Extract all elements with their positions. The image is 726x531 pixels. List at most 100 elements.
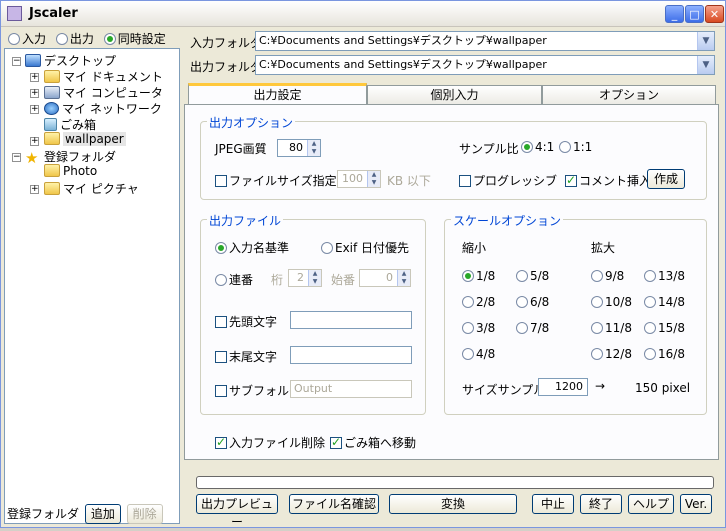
delete-input-checkbox[interactable]: 入力ファイル削除 <box>215 434 325 451</box>
close-icon: ✕ <box>709 8 720 21</box>
spin-arrows-icon[interactable]: ▲ ▼ <box>397 270 410 286</box>
filesize-checkbox[interactable]: ファイルサイズ指定 <box>215 172 337 189</box>
recycle-bin-icon <box>44 118 57 131</box>
tree-item-my-computer[interactable]: マイ コンピュータ <box>44 84 163 100</box>
tree-item-photo[interactable]: Photo <box>44 164 97 180</box>
exif-priority-radio[interactable]: Exif 日付優先 <box>321 239 409 256</box>
scale-radio-13-8[interactable]: 13/8 <box>644 269 685 283</box>
registered-folder-bar: 登録フォルダ 追加 削除 <box>7 504 163 524</box>
sample-ratio-label: サンプル比 <box>459 142 519 156</box>
spin-arrows-icon[interactable]: ▲ ▼ <box>307 140 320 156</box>
scale-radio-1-8[interactable]: 1/8 <box>462 269 495 283</box>
chevron-down-icon[interactable]: ▼ <box>697 56 714 74</box>
folder-icon <box>44 132 60 145</box>
suffix-checkbox[interactable]: 末尾文字 <box>215 348 277 365</box>
maximize-icon: □ <box>689 8 700 21</box>
scale-radio-5-8[interactable]: 5/8 <box>516 269 549 283</box>
start-number-stepper[interactable]: 0 ▲ ▼ <box>359 269 411 287</box>
scale-radio-2-8[interactable]: 2/8 <box>462 295 495 309</box>
scale-radio-11-8[interactable]: 11/8 <box>591 321 632 335</box>
tree-item-my-pictures[interactable]: マイ ピクチャ <box>44 180 139 196</box>
mode-output-radio[interactable]: 出力 <box>55 32 94 46</box>
filesize-stepper[interactable]: 100 ▲ ▼ <box>337 170 381 188</box>
size-sample-input[interactable]: 1200 <box>538 378 588 396</box>
sequence-radio[interactable]: 連番 <box>215 271 253 288</box>
star-icon: ★ <box>25 149 39 167</box>
tree-item-registered-folders[interactable]: ★ 登録フォルダ <box>25 148 116 167</box>
output-folder-combo[interactable]: C:¥Documents and Settings¥デスクトップ¥wallpap… <box>255 55 715 75</box>
comment-checkbox[interactable]: コメント挿入 <box>565 172 651 189</box>
collapse-toggle[interactable]: − <box>12 153 21 162</box>
minimize-icon: _ <box>671 8 678 21</box>
tree-item-wallpaper[interactable]: wallpaper <box>44 132 126 148</box>
check-filenames-button[interactable]: ファイル名確認 <box>289 494 379 514</box>
close-button[interactable]: ✕ <box>705 5 724 23</box>
name-basis-radio[interactable]: 入力名基準 <box>215 239 289 256</box>
scale-radio-4-8[interactable]: 4/8 <box>462 347 495 361</box>
move-to-trash-checkbox[interactable]: ごみ箱へ移動 <box>330 434 416 451</box>
scale-radio-15-8[interactable]: 15/8 <box>644 321 685 335</box>
pictures-icon <box>44 182 60 195</box>
network-icon <box>44 102 59 115</box>
scale-radio-16-8[interactable]: 16/8 <box>644 347 685 361</box>
scale-radio-6-8[interactable]: 6/8 <box>516 295 549 309</box>
minimize-button[interactable]: _ <box>665 5 684 23</box>
tree-item-my-network[interactable]: マイ ネットワーク <box>44 100 162 116</box>
scale-radio-3-8[interactable]: 3/8 <box>462 321 495 335</box>
start-number-label: 始番 <box>331 273 356 287</box>
scale-radio-10-8[interactable]: 10/8 <box>591 295 632 309</box>
stop-button[interactable]: 中止 <box>532 494 574 514</box>
preview-button[interactable]: 出力プレビュー <box>196 494 278 529</box>
create-comment-button[interactable]: 作成 <box>647 169 685 189</box>
sample-4-1-radio[interactable]: 4:1 <box>521 140 554 154</box>
window-title: Jscaler <box>29 6 78 21</box>
scale-radio-9-8[interactable]: 9/8 <box>591 269 624 283</box>
exit-button[interactable]: 終了 <box>580 494 622 514</box>
jpeg-quality-stepper[interactable]: 80 ▲ ▼ <box>277 139 321 157</box>
spin-arrows-icon[interactable]: ▲ ▼ <box>308 270 321 286</box>
expand-toggle[interactable]: + <box>30 137 39 146</box>
scale-radio-12-8[interactable]: 12/8 <box>591 347 632 361</box>
mode-radio-group: 入力 出力 同時設定 <box>8 30 166 47</box>
tab-individual-input[interactable]: 個別入力 <box>367 85 542 104</box>
prefix-input[interactable] <box>290 311 412 329</box>
registered-folder-label: 登録フォルダ <box>7 507 80 521</box>
mode-input-radio[interactable]: 入力 <box>8 32 46 46</box>
help-button[interactable]: ヘルプ <box>628 494 674 514</box>
scale-radio-7-8[interactable]: 7/8 <box>516 321 549 335</box>
collapse-toggle[interactable]: − <box>12 57 21 66</box>
digits-stepper[interactable]: 2 ▲ ▼ <box>288 269 322 287</box>
add-button[interactable]: 追加 <box>84 504 121 524</box>
subfolder-input[interactable]: Output <box>290 380 412 398</box>
output-file-title: 出力ファイル <box>207 212 284 229</box>
tree-item-my-documents[interactable]: マイ ドキュメント <box>44 68 163 84</box>
tree-item-recycle-bin[interactable]: ごみ箱 <box>44 116 96 132</box>
progressive-checkbox[interactable]: プログレッシブ <box>459 172 557 189</box>
subfolder-checkbox[interactable]: サブフォルダ <box>215 382 301 399</box>
suffix-input[interactable] <box>290 346 412 364</box>
sample-1-1-radio[interactable]: 1:1 <box>559 140 592 154</box>
input-folder-combo[interactable]: C:¥Documents and Settings¥デスクトップ¥wallpap… <box>255 31 715 51</box>
tab-output-settings[interactable]: 出力設定 <box>188 83 367 105</box>
tab-options[interactable]: オプション <box>542 85 716 104</box>
version-button[interactable]: Ver. <box>680 494 712 514</box>
expand-toggle[interactable]: + <box>30 73 39 82</box>
expand-toggle[interactable]: + <box>30 89 39 98</box>
expand-toggle[interactable]: + <box>30 105 39 114</box>
tree-item-desktop[interactable]: デスクトップ <box>25 52 116 68</box>
jpeg-quality-label: JPEG画質 <box>215 142 267 156</box>
mode-both-radio[interactable]: 同時設定 <box>103 32 166 46</box>
folder-icon <box>44 164 60 177</box>
app-window: Jscaler _ □ ✕ 入力 出力 同時設定 − デスクトップ + マイ ド… <box>0 0 726 529</box>
expand-toggle[interactable]: + <box>30 185 39 194</box>
convert-button[interactable]: 変換 <box>389 494 517 514</box>
folder-tree[interactable]: − デスクトップ + マイ ドキュメント + マイ コンピュータ + マイ ネッ… <box>4 48 180 524</box>
size-sample-label: サイズサンプル <box>462 383 546 397</box>
delete-button[interactable]: 削除 <box>126 504 163 524</box>
maximize-button[interactable]: □ <box>685 5 704 23</box>
scale-radio-14-8[interactable]: 14/8 <box>644 295 685 309</box>
spin-arrows-icon[interactable]: ▲ ▼ <box>367 171 380 187</box>
digits-label: 桁 <box>271 273 284 287</box>
prefix-checkbox[interactable]: 先頭文字 <box>215 313 277 330</box>
chevron-down-icon[interactable]: ▼ <box>697 32 714 50</box>
